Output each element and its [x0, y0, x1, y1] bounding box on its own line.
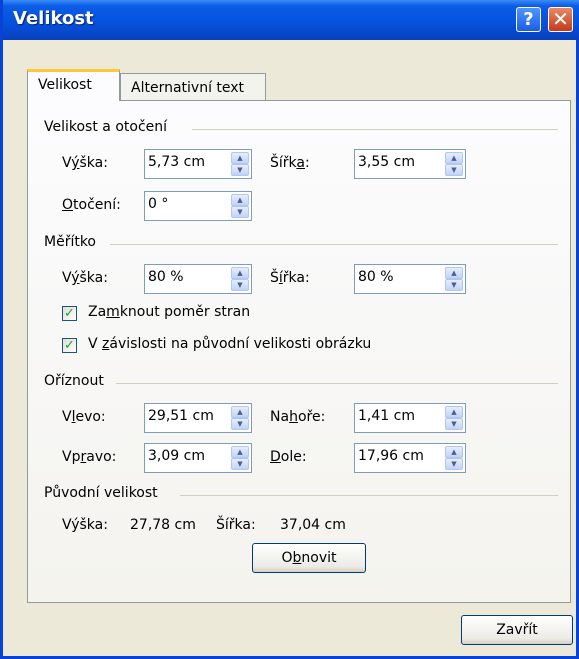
relative-original-checkbox[interactable]: ✓: [62, 338, 77, 353]
height-spinner[interactable]: ▲▼: [144, 149, 252, 179]
original-size-heading: Původní velikost: [44, 485, 158, 501]
close-window-button[interactable]: ✕: [548, 7, 573, 32]
dialog-window: Velikost ? ✕ Velikost Alternativní text …: [0, 0, 579, 659]
scale-width-down-arrow-icon[interactable]: ▼: [445, 279, 463, 291]
dialog-title: Velikost: [13, 8, 94, 29]
crop-top-spinner[interactable]: ▲▼: [354, 403, 466, 433]
crop-left-label: Vlevo:: [62, 409, 106, 425]
scale-width-input[interactable]: [358, 269, 428, 285]
height-up-arrow-icon[interactable]: ▲: [231, 152, 249, 164]
width-down-arrow-icon[interactable]: ▼: [445, 164, 463, 176]
size-rotation-heading: Velikost a otočení: [44, 119, 168, 135]
height-down-arrow-icon[interactable]: ▼: [231, 164, 249, 176]
scale-width-label: Šířka:: [270, 270, 310, 286]
crop-bottom-label: Dole:: [270, 449, 307, 465]
crop-left-up-arrow-icon[interactable]: ▲: [231, 406, 249, 418]
crop-bottom-up-arrow-icon[interactable]: ▲: [445, 446, 463, 458]
help-button[interactable]: ?: [516, 7, 541, 32]
close-button[interactable]: Zavřít: [461, 615, 573, 645]
rotation-input[interactable]: [148, 196, 218, 212]
scale-width-spinner[interactable]: ▲▼: [354, 264, 466, 294]
scale-height-up-arrow-icon[interactable]: ▲: [231, 267, 249, 279]
crop-top-up-arrow-icon[interactable]: ▲: [445, 406, 463, 418]
width-input[interactable]: [358, 154, 428, 170]
crop-top-down-arrow-icon[interactable]: ▼: [445, 418, 463, 430]
crop-right-up-arrow-icon[interactable]: ▲: [231, 446, 249, 458]
rotation-spinner[interactable]: ▲▼: [144, 191, 252, 221]
scale-divider: [110, 244, 558, 245]
relative-original-label[interactable]: V závislosti na původní velikosti obrázk…: [88, 336, 371, 352]
original-width-label: Šířka:: [216, 517, 256, 533]
width-up-arrow-icon[interactable]: ▲: [445, 152, 463, 164]
original-width-value: 37,04 cm: [280, 517, 346, 533]
crop-left-input[interactable]: [148, 408, 218, 424]
tab-velikost[interactable]: Velikost: [27, 69, 120, 101]
crop-heading: Oříznout: [44, 373, 104, 389]
title-bar[interactable]: Velikost ? ✕: [3, 0, 579, 40]
height-label: Výška:: [62, 155, 108, 171]
crop-right-spinner[interactable]: ▲▼: [144, 443, 252, 473]
scale-height-spinner[interactable]: ▲▼: [144, 264, 252, 294]
crop-bottom-down-arrow-icon[interactable]: ▼: [445, 458, 463, 470]
help-icon: ?: [523, 9, 534, 30]
scale-height-down-arrow-icon[interactable]: ▼: [231, 279, 249, 291]
lock-aspect-checkbox[interactable]: ✓: [62, 306, 77, 321]
scale-heading: Měřítko: [44, 234, 97, 250]
checkmark-icon: ✓: [64, 306, 75, 321]
width-label: Šířka:: [270, 155, 310, 171]
crop-top-input[interactable]: [358, 408, 428, 424]
crop-left-spinner[interactable]: ▲▼: [144, 403, 252, 433]
crop-divider: [116, 383, 558, 384]
scale-height-label: Výška:: [62, 270, 108, 286]
original-height-value: 27,78 cm: [130, 517, 196, 533]
rotation-up-arrow-icon[interactable]: ▲: [231, 194, 249, 206]
tab-alternativni-text[interactable]: Alternativní text: [120, 73, 266, 103]
size-rotation-divider: [192, 129, 558, 130]
rotation-label: Otočení:: [62, 197, 121, 213]
crop-right-input[interactable]: [148, 448, 218, 464]
crop-top-label: Nahoře:: [270, 409, 326, 425]
width-spinner[interactable]: ▲▼: [354, 149, 466, 179]
original-size-divider: [180, 495, 558, 496]
height-input[interactable]: [148, 154, 218, 170]
crop-right-down-arrow-icon[interactable]: ▼: [231, 458, 249, 470]
original-height-label: Výška:: [62, 517, 108, 533]
crop-right-label: Vpravo:: [62, 449, 117, 465]
checkmark-icon: ✓: [64, 338, 75, 353]
crop-bottom-spinner[interactable]: ▲▼: [354, 443, 466, 473]
tab-panel: Velikost a otočení Výška: ▲▼ Šířka: ▲▼ O…: [27, 100, 571, 603]
scale-height-input[interactable]: [148, 269, 218, 285]
reset-button[interactable]: Obnovit: [252, 543, 366, 573]
crop-bottom-input[interactable]: [358, 448, 428, 464]
rotation-down-arrow-icon[interactable]: ▼: [231, 206, 249, 218]
crop-left-down-arrow-icon[interactable]: ▼: [231, 418, 249, 430]
close-icon: ✕: [552, 7, 569, 31]
scale-width-up-arrow-icon[interactable]: ▲: [445, 267, 463, 279]
lock-aspect-label[interactable]: Zamknout poměr stran: [88, 304, 250, 320]
